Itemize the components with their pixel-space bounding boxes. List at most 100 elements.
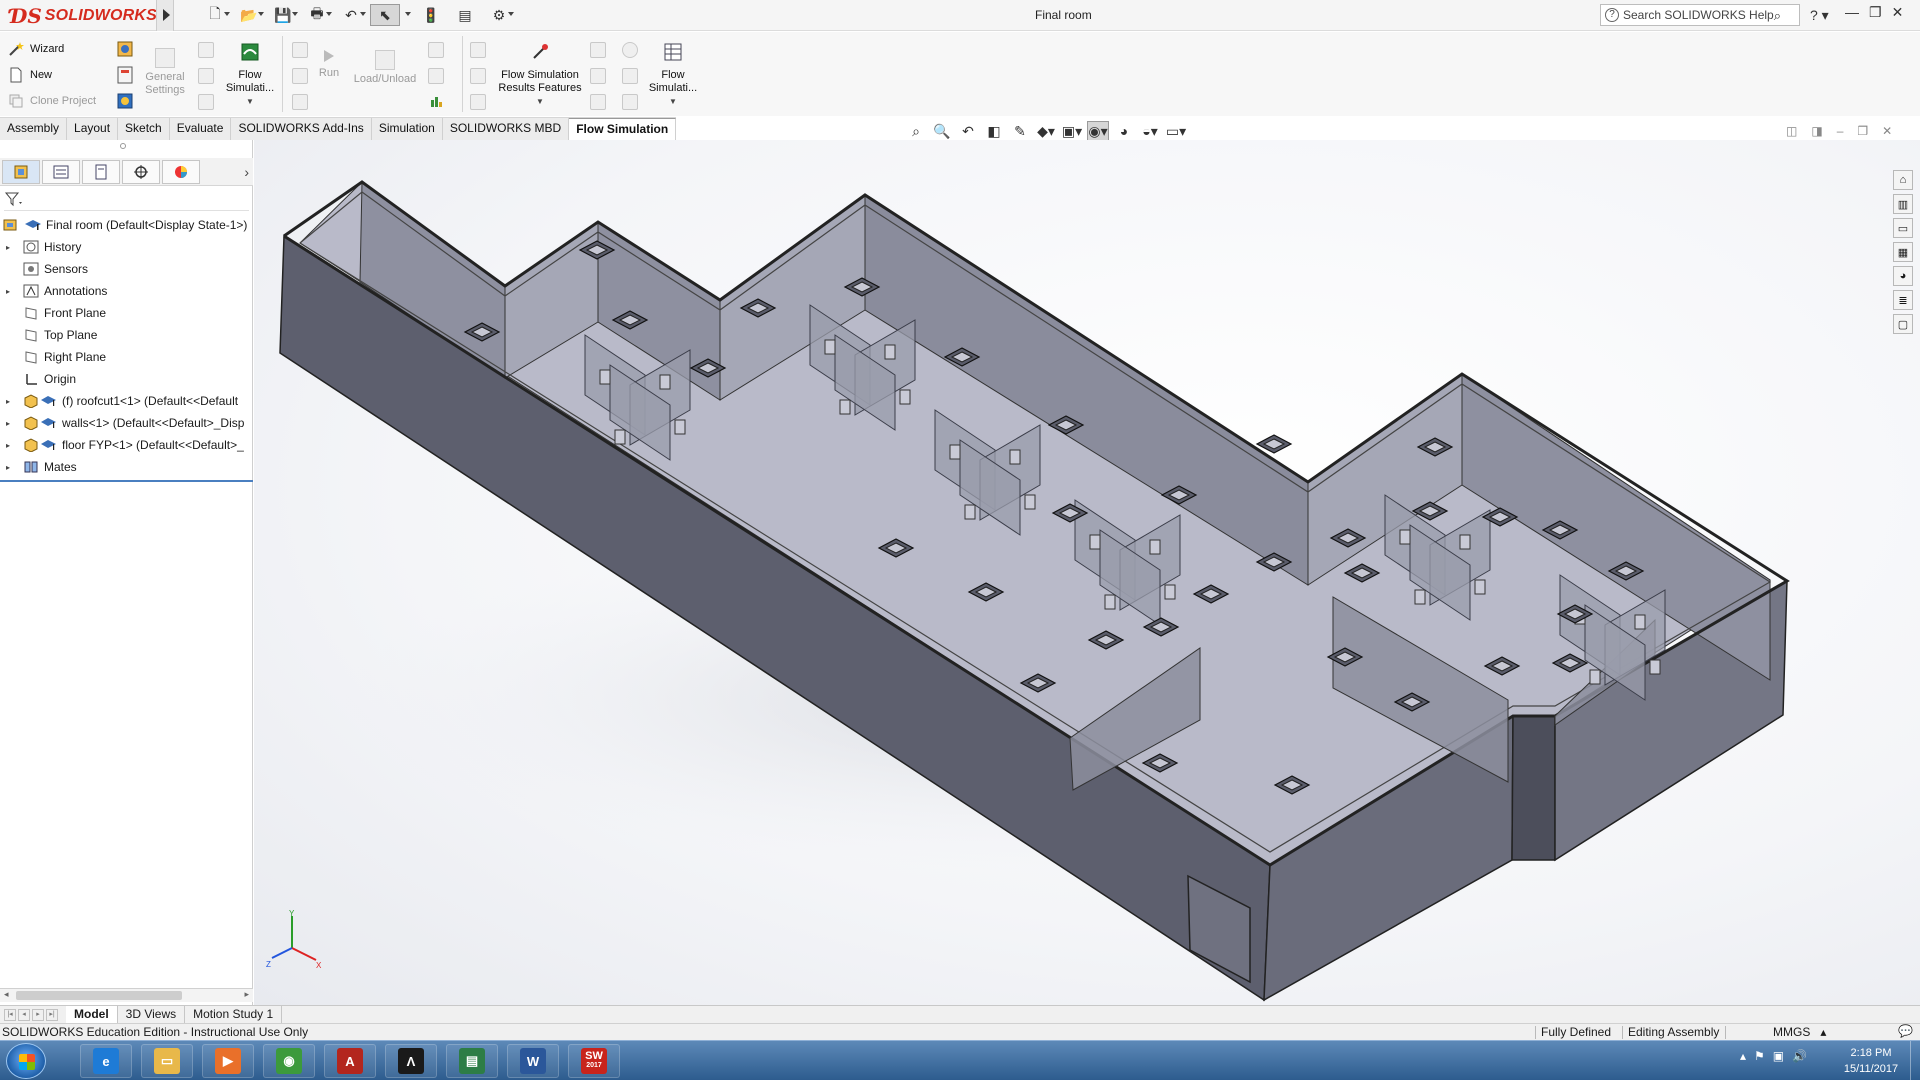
tab-addins[interactable]: SOLIDWORKS Add-Ins xyxy=(231,118,372,140)
flow-simulation-results-button[interactable]: Flow Simulati... ▼ xyxy=(644,42,702,108)
results-features-button[interactable]: Flow Simulation Results Features ▼ xyxy=(494,42,586,108)
save-button[interactable]: 💾 xyxy=(268,4,298,26)
search-icon[interactable]: ⌕ xyxy=(1774,8,1781,24)
tab-model[interactable]: Model xyxy=(66,1006,118,1023)
tree-item-f[interactable]: ▸ (f) roofcut1<1> (Default<<Default xyxy=(0,390,253,412)
tree-item-walls[interactable]: ▸ walls<1> (Default<<Default>_Disp xyxy=(0,412,253,434)
scroll-left-icon[interactable]: ◂ xyxy=(4,989,9,1000)
rebuild-icon[interactable]: 🚦 xyxy=(416,4,446,26)
hide-show-items-icon[interactable]: ◉▾ xyxy=(1087,121,1109,141)
forum-icon[interactable]: ▢ xyxy=(1893,314,1913,334)
expand-arrow-icon[interactable]: ▸ xyxy=(6,463,16,472)
dropdown-arrow-icon[interactable]: ▼ xyxy=(644,95,702,108)
design-library-icon[interactable]: ▥ xyxy=(1893,194,1913,214)
run-button[interactable]: Run xyxy=(314,50,344,80)
autodesk-taskbar-button[interactable]: Λ xyxy=(385,1044,437,1078)
clone-project-button[interactable]: Clone Project xyxy=(8,93,96,109)
expand-arrow-icon[interactable]: ▸ xyxy=(6,397,16,406)
display-style-icon[interactable]: ▣▾ xyxy=(1061,121,1083,141)
general-settings-button[interactable]: General Settings xyxy=(140,48,190,97)
next-tab-icon[interactable]: ▸ xyxy=(32,1008,44,1021)
first-tab-icon[interactable]: |◂ xyxy=(4,1008,16,1021)
wizard-button[interactable]: Wizard xyxy=(8,41,64,57)
file-properties-icon[interactable]: ▤ xyxy=(450,4,480,26)
tree-root-assembly[interactable]: Final room (Default<Display State-1>) xyxy=(0,214,253,236)
solidworks-logo[interactable]: ƊS SOLIDWORKS xyxy=(10,3,157,29)
dropdown-arrow-icon[interactable]: ▼ xyxy=(222,95,278,108)
tab-3d-views[interactable]: 3D Views xyxy=(118,1006,186,1023)
select-button[interactable]: ⬉ xyxy=(370,4,400,26)
dropdown-arrow-icon[interactable]: ▼ xyxy=(494,95,586,108)
tree-item-mates[interactable]: ▸ Mates xyxy=(0,456,253,478)
last-tab-icon[interactable]: ▸| xyxy=(46,1008,58,1021)
tree-item-history[interactable]: ▸ History xyxy=(0,236,253,258)
prev-tab-icon[interactable]: ◂ xyxy=(18,1008,30,1021)
section-view-icon[interactable]: ◧ xyxy=(983,121,1005,141)
matlab-taskbar-button[interactable]: ▤ xyxy=(446,1044,498,1078)
tab-simulation[interactable]: Simulation xyxy=(371,118,443,140)
view-orientation-icon[interactable]: ◆▾ xyxy=(1035,121,1057,141)
more-tabs-chevron-icon[interactable]: › xyxy=(244,164,249,180)
expand-arrow-icon[interactable]: ▸ xyxy=(6,419,16,428)
dynamic-annotation-icon[interactable]: ✎ xyxy=(1009,121,1031,141)
start-button[interactable] xyxy=(6,1043,46,1079)
minimize-icon[interactable]: — xyxy=(1845,4,1859,21)
tile-left-icon[interactable]: ◫ xyxy=(1786,124,1797,138)
network-icon[interactable]: ▣ xyxy=(1773,1049,1784,1063)
edit-appearance-icon[interactable]: ◕ xyxy=(1113,121,1135,141)
undo-button[interactable]: ↶ xyxy=(336,4,366,26)
close-icon[interactable]: ✕ xyxy=(1892,4,1904,21)
tree-item-front[interactable]: Front Plane xyxy=(0,302,253,324)
tab-motion-study[interactable]: Motion Study 1 xyxy=(185,1006,283,1023)
tree-item-sensors[interactable]: Sensors xyxy=(0,258,253,280)
rollback-bar[interactable] xyxy=(0,480,253,482)
tray-expand-icon[interactable]: ▴ xyxy=(1740,1049,1746,1063)
new-project-button[interactable]: New xyxy=(8,67,52,83)
tree-filter[interactable] xyxy=(4,191,249,211)
file-explorer-taskbar-button[interactable]: ▭ xyxy=(141,1044,193,1078)
menu-expand-arrow[interactable] xyxy=(156,0,174,31)
tab-layout[interactable]: Layout xyxy=(67,118,119,140)
home-icon[interactable]: ⌂ xyxy=(1893,170,1913,190)
tile-right-icon[interactable]: ◨ xyxy=(1811,124,1822,138)
apply-scene-icon[interactable]: ◒▾ xyxy=(1139,121,1161,141)
help-search-input[interactable]: ? Search SOLIDWORKS Help ⌕ xyxy=(1600,4,1800,26)
room-model[interactable] xyxy=(254,140,1920,1005)
feature-manager-tree-tab[interactable] xyxy=(2,159,40,184)
view-settings-icon[interactable]: ▭▾ xyxy=(1165,121,1187,141)
acrobat-taskbar-button[interactable]: A xyxy=(324,1044,376,1078)
load-unload-button[interactable]: Load/Unload xyxy=(350,50,420,86)
solidworks-taskbar-button[interactable]: SW 2017 xyxy=(568,1044,620,1078)
tree-item-floor[interactable]: ▸ floor FYP<1> (Default<<Default>_ xyxy=(0,434,253,456)
unit-system-selector[interactable]: MMGS ▴ xyxy=(1773,1025,1826,1039)
engineering-database-icon[interactable] xyxy=(116,92,134,110)
internet-explorer-taskbar-button[interactable]: e xyxy=(80,1044,132,1078)
file-explorer-icon[interactable]: ▭ xyxy=(1893,218,1913,238)
clock[interactable]: 2:18 PM 15/11/2017 xyxy=(1835,1045,1907,1077)
expand-arrow-icon[interactable]: ▸ xyxy=(6,243,16,252)
restore-icon[interactable]: ❐ xyxy=(1869,4,1882,21)
flow-simulation-project-button[interactable]: Flow Simulati... ▼ xyxy=(222,42,278,108)
doc-restore-icon[interactable]: ❐ xyxy=(1857,124,1868,138)
custom-properties-icon[interactable]: ≣ xyxy=(1893,290,1913,310)
scroll-thumb[interactable] xyxy=(16,991,182,1000)
doc-close-icon[interactable]: ✕ xyxy=(1882,124,1892,138)
tree-item-top[interactable]: Top Plane xyxy=(0,324,253,346)
open-button[interactable]: 📂 xyxy=(234,4,264,26)
graphics-area[interactable]: Y X Z xyxy=(254,140,1920,1005)
tab-sketch[interactable]: Sketch xyxy=(118,118,170,140)
action-center-flag-icon[interactable]: ⚑ xyxy=(1754,1049,1765,1063)
options-gear-icon[interactable]: ⚙ xyxy=(484,4,514,26)
doc-minimize-icon[interactable]: – xyxy=(1837,124,1844,138)
dimxpert-manager-tab[interactable] xyxy=(122,159,160,184)
tab-evaluate[interactable]: Evaluate xyxy=(169,118,232,140)
calculator-icon[interactable] xyxy=(116,66,134,84)
tooltip-bubble-icon[interactable]: 💬 xyxy=(1898,1024,1913,1038)
tab-mbd[interactable]: SOLIDWORKS MBD xyxy=(442,118,570,140)
configuration-manager-tab[interactable] xyxy=(82,159,120,184)
chrome-taskbar-button[interactable]: ◉ xyxy=(263,1044,315,1078)
tree-item-annotations[interactable]: ▸ Annotations xyxy=(0,280,253,302)
help-menu-button[interactable]: ? ▾ xyxy=(1810,7,1829,24)
media-player-taskbar-button[interactable]: ▶ xyxy=(202,1044,254,1078)
new-document-button[interactable]: 🗋 xyxy=(200,4,230,26)
